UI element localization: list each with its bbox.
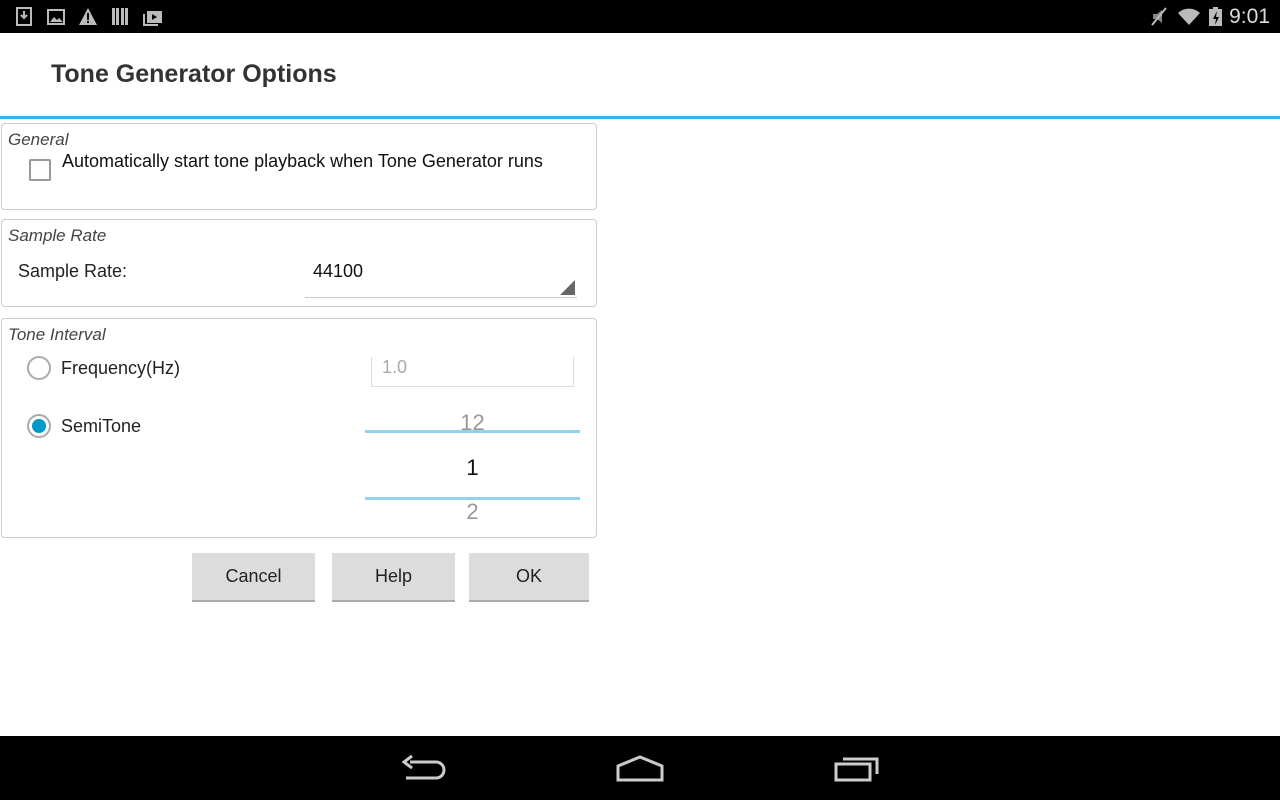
wifi-icon [1178, 8, 1200, 25]
play-store-icon [143, 11, 162, 26]
barcode-icon [112, 8, 128, 25]
dropdown-arrow-icon [560, 280, 575, 295]
dialog-header: Tone Generator Options [0, 33, 1280, 119]
semitone-label[interactable]: SemiTone [61, 416, 141, 437]
mute-icon [1151, 7, 1167, 26]
back-icon[interactable] [400, 754, 448, 784]
download-icon [16, 7, 32, 26]
warning-icon [79, 8, 97, 25]
battery-charging-icon [1209, 7, 1222, 26]
group-label: Tone Interval [8, 325, 106, 344]
semitone-radio[interactable] [27, 414, 51, 438]
group-label: General [8, 130, 69, 149]
sample-rate-label: Sample Rate: [18, 261, 128, 281]
frequency-label[interactable]: Frequency(Hz) [61, 358, 180, 379]
sample-rate-group: Sample Rate Sample Rate: 44100 [1, 219, 597, 307]
group-label: Sample Rate [8, 226, 107, 245]
sample-rate-value: 44100 [313, 261, 364, 281]
page-title: Tone Generator Options [51, 60, 337, 88]
cancel-button[interactable]: Cancel [192, 553, 315, 602]
help-button[interactable]: Help [332, 553, 455, 602]
picker-divider [365, 430, 580, 433]
frequency-radio[interactable] [27, 356, 51, 380]
navigation-bar [0, 736, 1280, 800]
ok-button[interactable]: OK [469, 553, 589, 602]
status-bar: 9:01 [0, 0, 1280, 33]
frequency-input[interactable]: 1.0 [371, 357, 574, 387]
picker-next-value[interactable]: 2 [365, 499, 580, 525]
semitone-number-picker[interactable]: 12 1 2 [365, 404, 580, 524]
home-icon[interactable] [615, 754, 665, 784]
general-group: General Automatically start tone playbac… [1, 123, 597, 210]
autostart-checkbox[interactable] [29, 159, 51, 181]
tone-interval-group: Tone Interval Frequency(Hz) 1.0 SemiTone… [1, 318, 597, 538]
recent-apps-icon[interactable] [833, 754, 881, 784]
picker-current-value[interactable]: 1 [365, 455, 580, 481]
image-icon [47, 9, 65, 25]
frequency-value: 1.0 [382, 357, 408, 377]
sample-rate-dropdown[interactable]: 44100 [305, 256, 577, 298]
clock: 9:01 [1229, 5, 1270, 28]
autostart-label[interactable]: Automatically start tone playback when T… [62, 150, 562, 173]
